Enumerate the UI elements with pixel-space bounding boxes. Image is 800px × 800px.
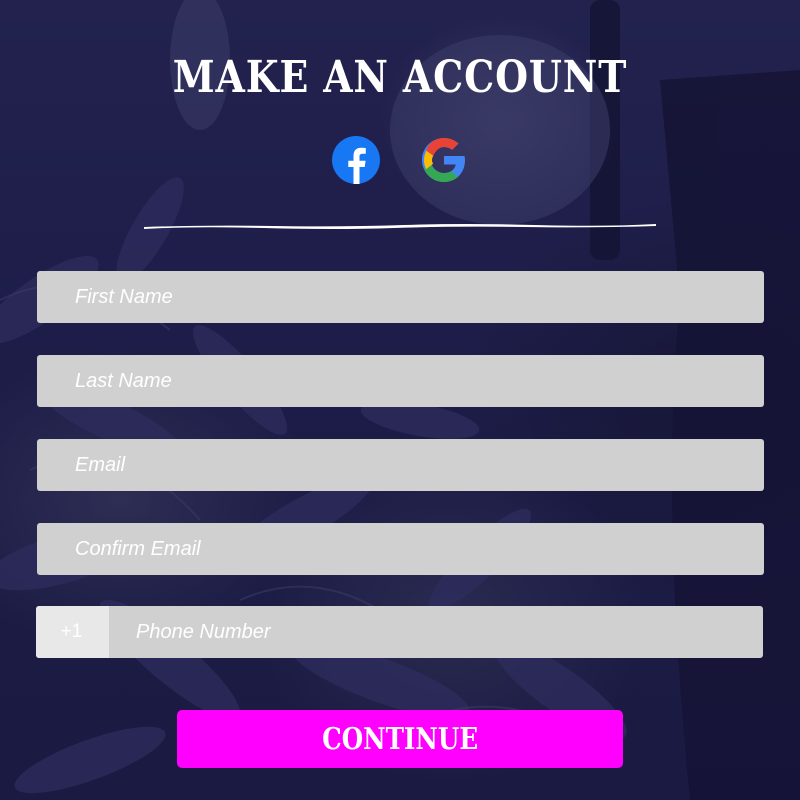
last-name-field[interactable]: [37, 355, 764, 407]
continue-button[interactable]: CONTINUE: [177, 710, 623, 768]
phone-number-input[interactable]: [109, 606, 763, 658]
phone-number-field[interactable]: +1: [36, 606, 763, 658]
continue-button-label: CONTINUE: [321, 721, 479, 757]
facebook-login-button[interactable]: [332, 136, 380, 184]
divider-brush-stroke: [144, 224, 656, 229]
email-field[interactable]: [37, 439, 764, 491]
facebook-icon: [332, 136, 380, 184]
google-login-button[interactable]: [420, 136, 468, 184]
first-name-field[interactable]: [37, 271, 764, 323]
google-icon: [422, 138, 465, 182]
page-title: MAKE AN ACCOUNT: [172, 52, 628, 103]
country-code-selector[interactable]: +1: [36, 606, 109, 658]
email-input[interactable]: [37, 439, 764, 491]
first-name-input[interactable]: [37, 271, 764, 323]
last-name-input[interactable]: [37, 355, 764, 407]
confirm-email-input[interactable]: [37, 523, 764, 575]
confirm-email-field[interactable]: [37, 523, 764, 575]
